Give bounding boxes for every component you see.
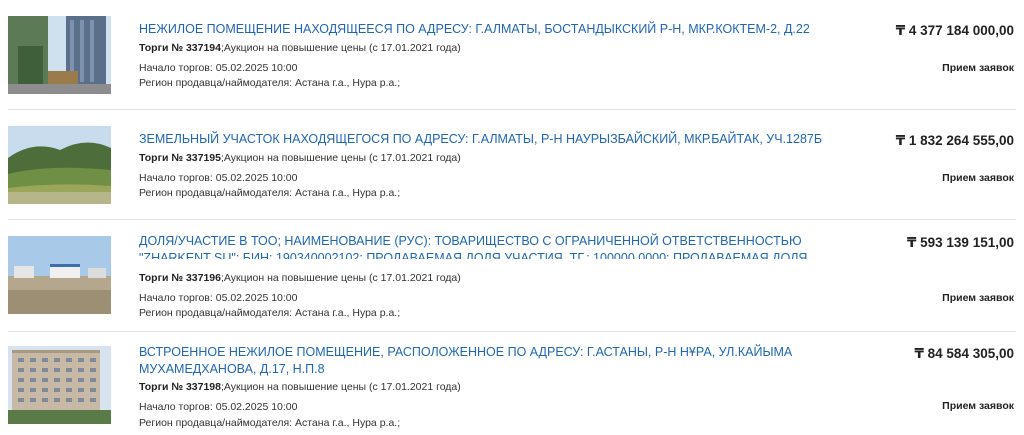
- lot-price: ₸ 4 377 184 000,00: [895, 23, 1014, 38]
- divider: [8, 109, 1016, 110]
- region-label: Регион продавца/наймодателя:: [139, 307, 293, 319]
- divider: [8, 331, 1016, 332]
- start-label: Начало торгов:: [139, 172, 213, 184]
- lot-title-link[interactable]: Доля/участие в ТОО; Наименование (РУС): …: [139, 233, 829, 259]
- apartment-photo-icon: [8, 346, 111, 424]
- region-line: Регион продавца/наймодателя: Астана г.а.…: [139, 306, 400, 320]
- auction-type: ;Аукцион на повышение цены (с 17.01.2021…: [221, 152, 461, 164]
- region-line: Регион продавца/наймодателя: Астана г.а.…: [139, 416, 400, 430]
- lot-title-link[interactable]: Встроенное нежилое помещение, расположен…: [139, 344, 829, 378]
- status-badge: Прием заявок: [942, 292, 1014, 304]
- region-value: Астана г.а., Нура р.а.;: [294, 307, 401, 319]
- start-date-line: Начало торгов: 05.02.2025 10:00: [139, 291, 297, 305]
- lot-title-link[interactable]: Земельный участок находящегося по адресу…: [139, 131, 829, 148]
- lot-price: ₸ 1 832 264 555,00: [895, 133, 1014, 148]
- auction-info: Торги № 337198;Аукцион на повышение цены…: [139, 380, 461, 394]
- start-date-line: Начало торгов: 05.02.2025 10:00: [139, 171, 297, 185]
- start-label: Начало торгов:: [139, 62, 213, 74]
- lot-thumbnail[interactable]: [8, 236, 111, 314]
- auction-info: Торги № 337194;Аукцион на повышение цены…: [139, 41, 461, 55]
- lot-thumbnail[interactable]: [8, 346, 111, 424]
- auction-label: Торги №: [139, 152, 184, 164]
- lot-price: ₸ 593 139 151,00: [907, 235, 1014, 250]
- start-date: 05.02.2025 10:00: [215, 292, 298, 304]
- auction-type: ;Аукцион на повышение цены (с 17.01.2021…: [221, 42, 461, 54]
- region-label: Регион продавца/наймодателя:: [139, 417, 293, 429]
- auction-type: ;Аукцион на повышение цены (с 17.01.2021…: [221, 381, 461, 393]
- start-label: Начало торгов:: [139, 292, 213, 304]
- site-photo-icon: [8, 236, 111, 314]
- region-value: Астана г.а., Нура р.а.;: [294, 417, 401, 429]
- start-label: Начало торгов:: [139, 401, 213, 413]
- start-date: 05.02.2025 10:00: [215, 401, 298, 413]
- status-badge: Прием заявок: [942, 172, 1014, 184]
- auction-number: 337198: [185, 381, 221, 393]
- region-value: Астана г.а., Нура р.а.;: [294, 187, 401, 199]
- region-line: Регион продавца/наймодателя: Астана г.а.…: [139, 186, 400, 200]
- lot-thumbnail[interactable]: [8, 126, 111, 204]
- lot-thumbnail[interactable]: [8, 16, 111, 94]
- status-badge: Прием заявок: [942, 400, 1014, 412]
- region-value: Астана г.а., Нура р.а.;: [294, 77, 401, 89]
- divider: [8, 219, 1016, 220]
- auction-label: Торги №: [139, 381, 184, 393]
- region-label: Регион продавца/наймодателя:: [139, 77, 293, 89]
- region-line: Регион продавца/наймодателя: Астана г.а.…: [139, 76, 400, 90]
- auction-info: Торги № 337195;Аукцион на повышение цены…: [139, 151, 461, 165]
- start-date-line: Начало торгов: 05.02.2025 10:00: [139, 400, 297, 414]
- lot-price: ₸ 84 584 305,00: [914, 346, 1014, 361]
- auction-number: 337195: [185, 152, 221, 164]
- building-photo-icon: [8, 16, 111, 94]
- start-date-line: Начало торгов: 05.02.2025 10:00: [139, 61, 297, 75]
- auction-number: 337194: [185, 42, 221, 54]
- region-label: Регион продавца/наймодателя:: [139, 187, 293, 199]
- auction-info: Торги № 337196;Аукцион на повышение цены…: [139, 271, 461, 285]
- status-badge: Прием заявок: [942, 62, 1014, 74]
- auction-type: ;Аукцион на повышение цены (с 17.01.2021…: [221, 272, 461, 284]
- start-date: 05.02.2025 10:00: [215, 172, 298, 184]
- auction-label: Торги №: [139, 272, 184, 284]
- lot-title-link[interactable]: Нежилое помещение находящееся по адресу:…: [139, 21, 829, 38]
- auction-number: 337196: [185, 272, 221, 284]
- start-date: 05.02.2025 10:00: [215, 62, 298, 74]
- land-photo-icon: [8, 126, 111, 204]
- auction-label: Торги №: [139, 42, 184, 54]
